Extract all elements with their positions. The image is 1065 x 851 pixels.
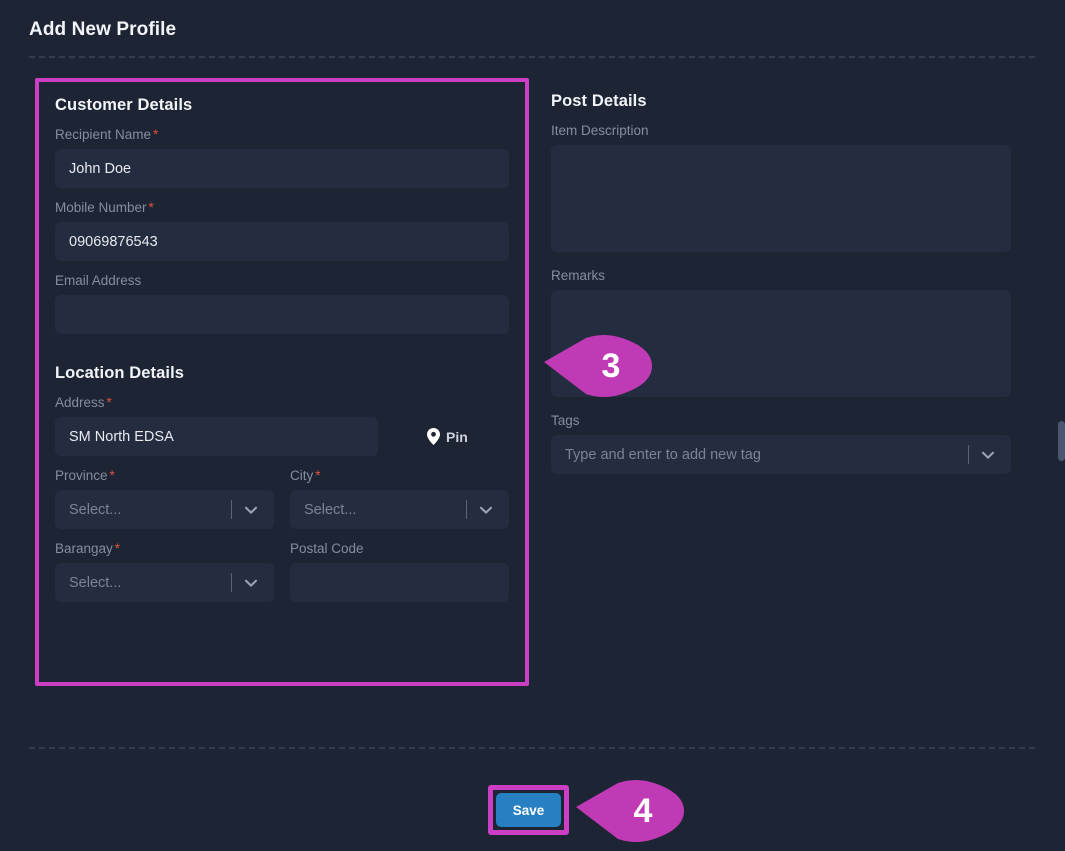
divider-bottom bbox=[29, 747, 1035, 749]
chevron-down-icon[interactable] bbox=[477, 501, 501, 519]
remarks-label: Remarks bbox=[551, 268, 606, 283]
required-asterisk: * bbox=[109, 468, 115, 483]
email-address-input[interactable] bbox=[55, 295, 509, 334]
field-barangay: Barangay * Select... bbox=[55, 541, 274, 602]
field-email-address: Email Address bbox=[55, 273, 509, 334]
save-button-highlight: Save bbox=[488, 785, 569, 835]
location-details-heading: Location Details bbox=[55, 364, 185, 382]
item-description-textarea[interactable] bbox=[551, 145, 1011, 252]
callout-marker-3: 3 bbox=[544, 334, 654, 398]
post-details-heading: Post Details bbox=[551, 92, 647, 110]
province-label: Province * bbox=[55, 468, 115, 483]
page-title: Add New Profile bbox=[29, 19, 177, 40]
recipient-name-label: Recipient Name * bbox=[55, 127, 159, 142]
tags-label: Tags bbox=[551, 413, 580, 428]
address-input[interactable]: SM North EDSA bbox=[55, 417, 378, 456]
item-description-label: Item Description bbox=[551, 123, 649, 138]
postal-code-label: Postal Code bbox=[290, 541, 364, 556]
tags-placeholder: Type and enter to add new tag bbox=[565, 446, 761, 463]
province-value: Select... bbox=[69, 501, 122, 518]
field-tags: Tags Type and enter to add new tag bbox=[551, 413, 1011, 474]
required-asterisk: * bbox=[148, 200, 154, 215]
post-details-panel: Post Details Item Description Remarks Ta… bbox=[551, 92, 1011, 486]
field-item-description: Item Description bbox=[551, 123, 1011, 252]
mobile-number-label: Mobile Number * bbox=[55, 200, 154, 215]
field-address: Address * SM North EDSA Pin bbox=[55, 395, 509, 456]
email-address-label: Email Address bbox=[55, 273, 142, 288]
pin-button[interactable]: Pin bbox=[427, 428, 468, 445]
barangay-select[interactable]: Select... bbox=[55, 563, 274, 602]
required-asterisk: * bbox=[153, 127, 159, 142]
required-asterisk: * bbox=[106, 395, 112, 410]
divider-top bbox=[29, 56, 1035, 58]
field-recipient-name: Recipient Name * John Doe bbox=[55, 127, 509, 188]
postal-code-input[interactable] bbox=[290, 563, 509, 602]
save-button[interactable]: Save bbox=[496, 793, 561, 827]
callout-3-number: 3 bbox=[601, 346, 621, 385]
vertical-scrollbar-thumb[interactable] bbox=[1058, 421, 1065, 461]
select-separator bbox=[968, 445, 969, 464]
select-separator bbox=[466, 500, 467, 519]
barangay-postal-row: Barangay * Select... Postal Code bbox=[55, 541, 509, 614]
city-label: City * bbox=[290, 468, 321, 483]
city-select[interactable]: Select... bbox=[290, 490, 509, 529]
map-pin-icon bbox=[427, 428, 440, 445]
field-postal-code: Postal Code bbox=[290, 541, 509, 602]
mobile-number-input[interactable]: 09069876543 bbox=[55, 222, 509, 261]
callout-marker-4: 4 bbox=[576, 779, 686, 843]
required-asterisk: * bbox=[114, 541, 121, 556]
field-province: Province * Select... bbox=[55, 468, 274, 529]
barangay-label: Barangay * bbox=[55, 541, 121, 556]
field-mobile-number: Mobile Number * 09069876543 bbox=[55, 200, 509, 261]
customer-details-panel: Customer Details Recipient Name * John Do… bbox=[35, 78, 529, 686]
callout-4-number: 4 bbox=[633, 791, 653, 830]
pin-label: Pin bbox=[446, 428, 468, 445]
chevron-down-icon[interactable] bbox=[242, 574, 266, 592]
province-select[interactable]: Select... bbox=[55, 490, 274, 529]
address-row: SM North EDSA Pin bbox=[55, 417, 509, 456]
select-separator bbox=[231, 573, 232, 592]
required-asterisk: * bbox=[315, 468, 321, 483]
address-label: Address * bbox=[55, 395, 112, 410]
city-value: Select... bbox=[304, 501, 357, 518]
chevron-down-icon[interactable] bbox=[242, 501, 266, 519]
tags-select[interactable]: Type and enter to add new tag bbox=[551, 435, 1011, 474]
province-city-row: Province * Select... City * Select... bbox=[55, 468, 509, 541]
select-separator bbox=[231, 500, 232, 519]
recipient-name-input[interactable]: John Doe bbox=[55, 149, 509, 188]
chevron-down-icon[interactable] bbox=[979, 446, 1003, 464]
barangay-value: Select... bbox=[69, 574, 122, 591]
customer-details-heading: Customer Details bbox=[55, 96, 193, 114]
field-city: City * Select... bbox=[290, 468, 509, 529]
